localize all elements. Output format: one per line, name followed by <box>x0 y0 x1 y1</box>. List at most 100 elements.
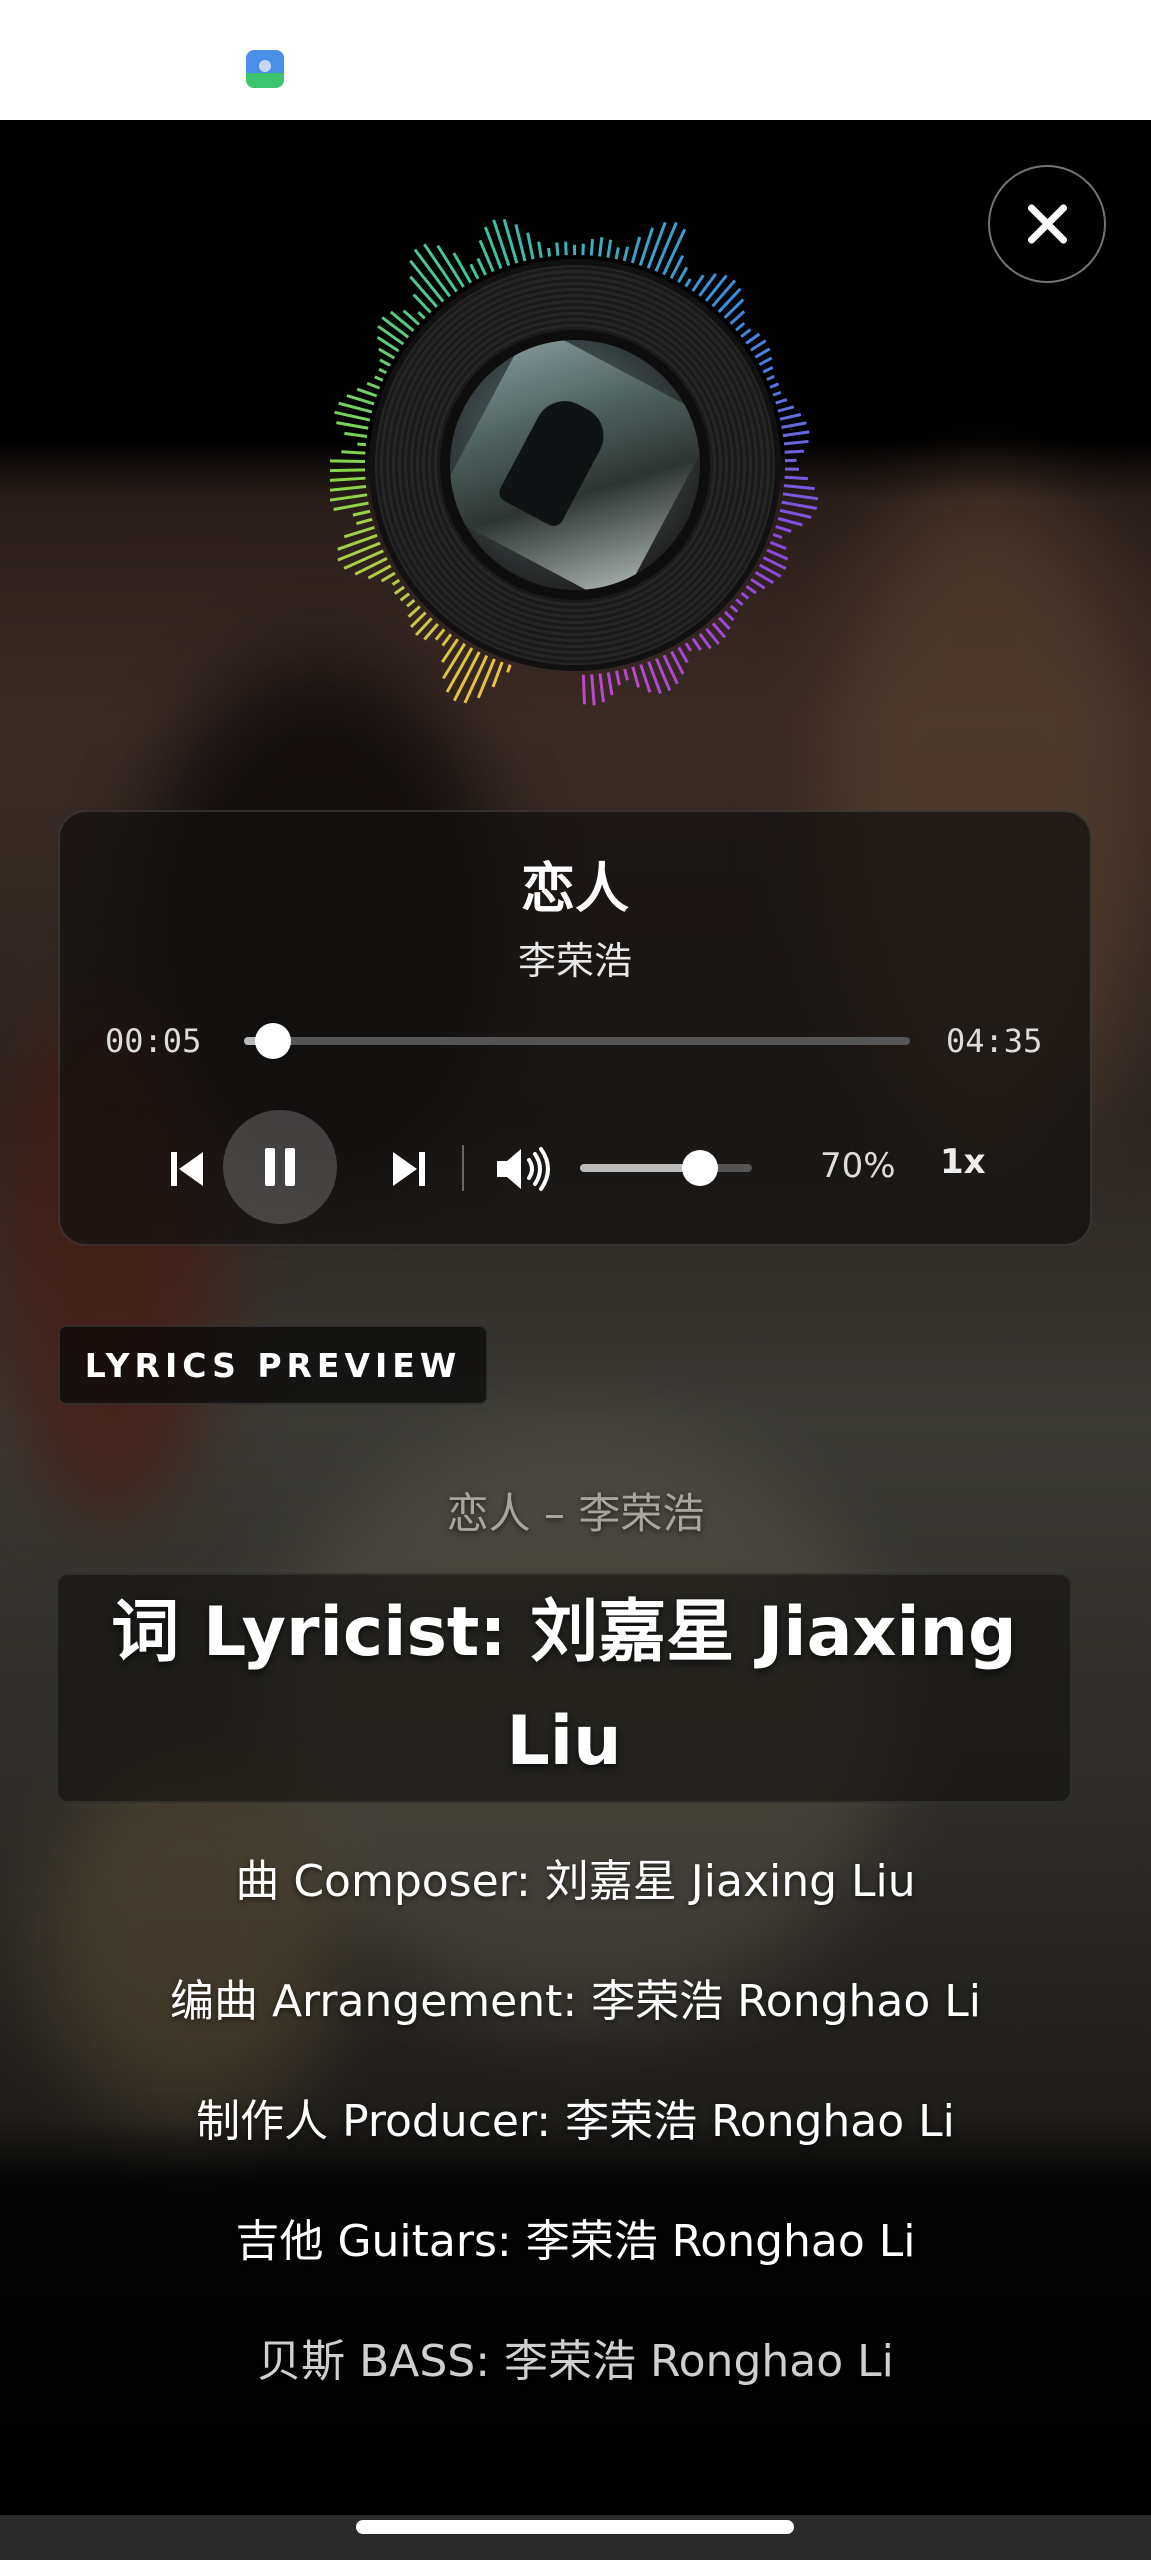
visualizer-bar <box>782 430 810 438</box>
visualizer-bar <box>378 367 387 375</box>
visualizer-bar <box>623 668 629 681</box>
visualizer-bar <box>622 246 630 262</box>
visualizer-bar <box>393 585 405 595</box>
visualizer-bar <box>684 278 692 288</box>
visualizer-bar <box>598 236 604 257</box>
pause-icon <box>265 1148 295 1186</box>
visualizer-bar <box>402 309 420 326</box>
visualizer-bar <box>762 556 787 570</box>
visualizer-bar <box>378 347 396 360</box>
visualizer-bar <box>772 390 782 397</box>
progress-thumb[interactable] <box>255 1023 292 1059</box>
visualizer-bar <box>745 585 757 595</box>
visualizer-bar <box>442 642 466 680</box>
app-icon <box>246 50 284 88</box>
visualizer-bar <box>330 476 366 482</box>
visualizer-bar <box>772 533 783 539</box>
home-indicator[interactable] <box>356 2520 794 2534</box>
visualizer-bar <box>330 493 368 502</box>
visualizer-bar <box>783 484 815 491</box>
visualizer-bar <box>758 356 773 366</box>
visualizer-bar <box>379 358 391 367</box>
progress-slider[interactable] <box>244 1023 910 1059</box>
lyric-line: 贝斯 BASS: 李荣浩 Ronghao Li <box>257 2336 894 2387</box>
visualizer-bar <box>631 666 641 688</box>
visualizer-bar <box>615 670 621 686</box>
volume-thumb[interactable] <box>682 1150 719 1186</box>
visualizer-bar <box>406 599 416 608</box>
visualizer-bar <box>409 275 438 308</box>
visualizer-bar <box>662 228 687 276</box>
visualizer-bar <box>344 431 368 438</box>
visualizer-bar <box>441 633 453 647</box>
visualizer-bar <box>784 475 809 481</box>
visualizer-bar <box>506 664 512 673</box>
controls-divider <box>462 1145 464 1191</box>
current-lyric-line: 词 Lyricist: 刘嘉星 Jiaxing Liu <box>56 1573 1072 1803</box>
visualizer-bar <box>589 238 595 256</box>
visualizer-bar <box>356 387 378 398</box>
visualizer-bar <box>691 274 705 292</box>
visualizer-bar <box>514 224 527 262</box>
visualizer-bar <box>598 673 605 703</box>
visualizer-bar <box>338 401 373 414</box>
lyrics-header: 恋人 – 李荣浩 <box>446 1489 705 1538</box>
visualizer-bar <box>717 616 731 630</box>
visualizer-bar <box>750 578 766 590</box>
visualizer-bar <box>698 632 712 650</box>
visualizer-bar <box>735 598 744 607</box>
vinyl-record <box>375 265 775 665</box>
visualizer-bar <box>769 540 787 551</box>
visualizer-bar <box>729 310 746 325</box>
lyrics-preview-label: LYRICS PREVIEW <box>58 1325 488 1405</box>
visualizer-bar <box>333 501 369 511</box>
visualizer-bar <box>684 642 693 652</box>
visualizer-bar <box>766 548 789 561</box>
visualizer-bar <box>691 637 702 651</box>
volume-slider[interactable] <box>580 1150 752 1186</box>
visualizer-bar <box>469 263 480 280</box>
pause-button[interactable] <box>223 1110 337 1224</box>
visualizer-bar <box>735 322 746 332</box>
lyric-line: 曲 Composer: 刘嘉星 Jiaxing Liu <box>235 1856 916 1907</box>
playback-speed-button[interactable]: 1x <box>940 1142 986 1182</box>
visualizer-bar <box>330 468 366 473</box>
visualizer-bar <box>391 578 401 586</box>
visualizer-bar <box>407 605 421 618</box>
visualizer-bar <box>352 509 371 517</box>
next-track-button[interactable] <box>364 1124 454 1214</box>
lyric-line: 吉他 Guitars: 李荣浩 Ronghao Li <box>235 2216 916 2267</box>
visualizer-bar <box>639 663 652 693</box>
visualizer-bar <box>777 517 803 527</box>
visualizer-bar <box>336 421 369 430</box>
close-icon <box>1025 202 1069 246</box>
music-player-screen: 恋人 李荣浩 00:05 04:35 70% 1x LYRICS PREVIEW… <box>0 120 1151 2515</box>
lyric-line: 编曲 Arrangement: 李荣浩 Ronghao Li <box>169 1976 982 2027</box>
visualizer-bar <box>775 398 788 405</box>
visualizer-bar <box>434 628 446 641</box>
close-button[interactable] <box>988 165 1106 283</box>
visualizer-bar <box>423 622 439 641</box>
visualizer-bar <box>606 239 613 258</box>
volume-percent: 70% <box>820 1146 896 1186</box>
previous-track-button[interactable] <box>142 1124 232 1214</box>
visualizer-bar <box>781 421 807 429</box>
visualizer-bar <box>564 241 568 256</box>
visualizer-bar <box>766 374 775 381</box>
visualizer-bar <box>784 449 805 454</box>
visualizer-bar <box>745 332 761 345</box>
album-art <box>450 340 700 590</box>
visualizer-bar <box>476 257 487 276</box>
visualizer-bar <box>346 394 375 406</box>
visualizer-bar <box>581 674 587 705</box>
visualizer-bar <box>754 347 771 359</box>
visualizer-bar <box>547 247 552 257</box>
visualizer-bar <box>754 570 775 585</box>
volume-button[interactable] <box>480 1124 570 1214</box>
skip-next-icon <box>393 1152 425 1186</box>
visualizer-bar <box>555 242 560 256</box>
visualizer-bar <box>381 316 410 339</box>
visualizer-bar <box>330 485 367 492</box>
visualizer-bar <box>366 381 381 390</box>
visualizer-bar <box>704 274 728 302</box>
